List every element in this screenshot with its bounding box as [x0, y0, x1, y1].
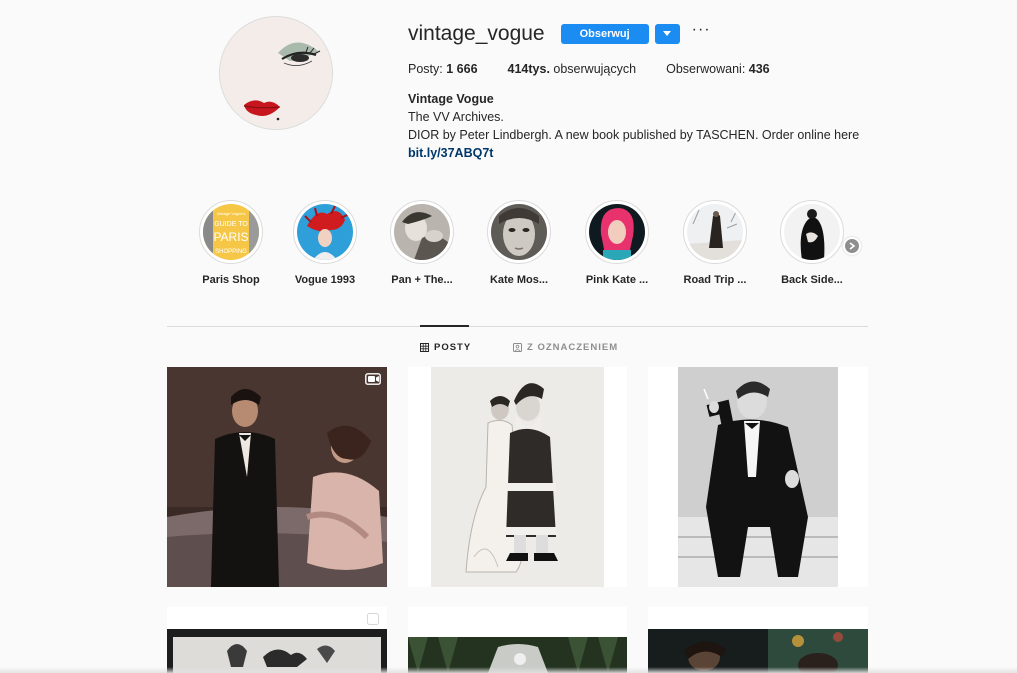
following-count-value: 436	[748, 62, 770, 76]
bio-link[interactable]: bit.ly/37ABQ7t	[408, 146, 493, 160]
profile-username: vintage_vogue	[408, 22, 545, 45]
post-tile[interactable]	[648, 367, 868, 587]
highlight-ring	[683, 200, 747, 264]
posts-count[interactable]: Posty: 1 666	[408, 62, 478, 76]
paris-cover-line-2: GUIDE TO	[214, 221, 248, 228]
highlights-next-button[interactable]	[843, 237, 861, 255]
highlight-kate-moss[interactable]: Kate Mos...	[484, 200, 554, 286]
followers-count[interactable]: 414tys. obserwujących	[508, 62, 637, 76]
highlight-cover-bw-back	[784, 204, 840, 260]
post-image-bride-santa	[408, 367, 627, 587]
avatar-illustration	[220, 17, 332, 129]
highlight-road-trip[interactable]: Road Trip ...	[680, 200, 750, 286]
window-bottom-shadow	[0, 667, 1017, 673]
highlight-label: Road Trip ...	[683, 274, 747, 286]
highlight-label: Paris Shop	[202, 274, 260, 286]
post-image-night-portrait	[648, 607, 868, 673]
highlight-label: Pink Kate ...	[585, 274, 649, 286]
posts-count-value: 1 666	[446, 62, 478, 76]
posts-count-label: Posty:	[408, 62, 443, 76]
tab-posts-label: POSTY	[434, 342, 472, 353]
post-image-bw-sculpture	[167, 607, 387, 673]
bio-line-2: DIOR by Peter Lindbergh. A new book publ…	[408, 128, 860, 142]
post-tile[interactable]	[648, 607, 868, 673]
paris-cover-line-4: SHOPPING	[215, 249, 247, 255]
post-tile[interactable]	[408, 367, 627, 587]
highlight-label: Vogue 1993	[294, 274, 356, 286]
post-tile[interactable]	[408, 607, 627, 673]
highlight-label: Pan + The...	[391, 274, 453, 286]
more-options-button[interactable]: ···	[692, 22, 711, 43]
paris-cover-line-1: Vintage Vogue's	[217, 211, 246, 216]
profile-info: vintage_vogue Obserwuj ··· Posty: 1 666 …	[408, 20, 928, 162]
highlight-back-side[interactable]: Back Side...	[777, 200, 847, 286]
profile-bio: Vintage Vogue The VV Archives. DIOR by P…	[408, 90, 928, 162]
highlight-cover-bw-portrait	[394, 204, 450, 260]
highlight-pan[interactable]: Pan + The...	[387, 200, 457, 286]
highlight-ring	[585, 200, 649, 264]
highlight-ring	[390, 200, 454, 264]
multiple-posts-icon	[367, 613, 379, 625]
story-highlights: Vintage Vogue's GUIDE TO PARIS SHOPPING …	[196, 200, 876, 300]
post-tile[interactable]	[167, 367, 387, 587]
followers-count-value: 414tys.	[507, 62, 550, 76]
profile-avatar[interactable]	[219, 16, 333, 130]
highlight-vogue-1993[interactable]: Vogue 1993	[290, 200, 360, 286]
follow-dropdown-button[interactable]	[654, 24, 680, 44]
profile-stats: Posty: 1 666 414tys. obserwujących Obser…	[408, 62, 928, 76]
post-image-forest-road	[408, 607, 627, 673]
tab-tagged-label: Z OZNACZENIEM	[527, 342, 619, 353]
highlight-cover-red-hat	[297, 204, 353, 260]
paris-cover-line-3: PARIS	[213, 230, 248, 244]
highlight-pink-kate[interactable]: Pink Kate ...	[582, 200, 652, 286]
bio-full-name: Vintage Vogue	[408, 92, 494, 106]
post-image-man-tuxedo	[648, 367, 868, 587]
active-tab-indicator	[420, 325, 469, 327]
highlight-ring	[780, 200, 844, 264]
post-tile[interactable]	[167, 607, 387, 673]
igtv-icon	[365, 373, 381, 385]
bio-line-1: The VV Archives.	[408, 110, 504, 124]
highlight-cover-face	[491, 204, 547, 260]
highlight-paris-shop[interactable]: Vintage Vogue's GUIDE TO PARIS SHOPPING …	[196, 200, 266, 286]
grid-icon	[420, 343, 429, 352]
tab-tagged[interactable]: Z OZNACZENIEM	[513, 342, 618, 353]
post-image-couple-sofa	[167, 367, 387, 587]
profile-divider	[167, 326, 868, 327]
following-count[interactable]: Obserwowani: 436	[666, 62, 770, 76]
highlight-cover-paris-guide: Vintage Vogue's GUIDE TO PARIS SHOPPING	[203, 204, 259, 260]
chevron-right-icon	[849, 242, 856, 250]
followers-count-label: obserwujących	[553, 62, 637, 76]
follow-button[interactable]: Obserwuj	[560, 24, 649, 44]
following-count-label: Obserwowani:	[666, 62, 746, 76]
highlight-ring: Vintage Vogue's GUIDE TO PARIS SHOPPING	[199, 200, 263, 264]
highlight-ring	[487, 200, 551, 264]
tagged-icon	[513, 343, 522, 352]
tab-posts[interactable]: POSTY	[420, 342, 471, 353]
highlight-label: Back Side...	[781, 274, 843, 286]
highlight-ring	[293, 200, 357, 264]
highlight-label: Kate Mos...	[489, 274, 549, 286]
profile-title-row: vintage_vogue Obserwuj ···	[408, 20, 928, 48]
highlight-cover-pink-hair	[589, 204, 645, 260]
caret-down-icon	[663, 31, 672, 36]
highlight-cover-road	[687, 204, 743, 260]
